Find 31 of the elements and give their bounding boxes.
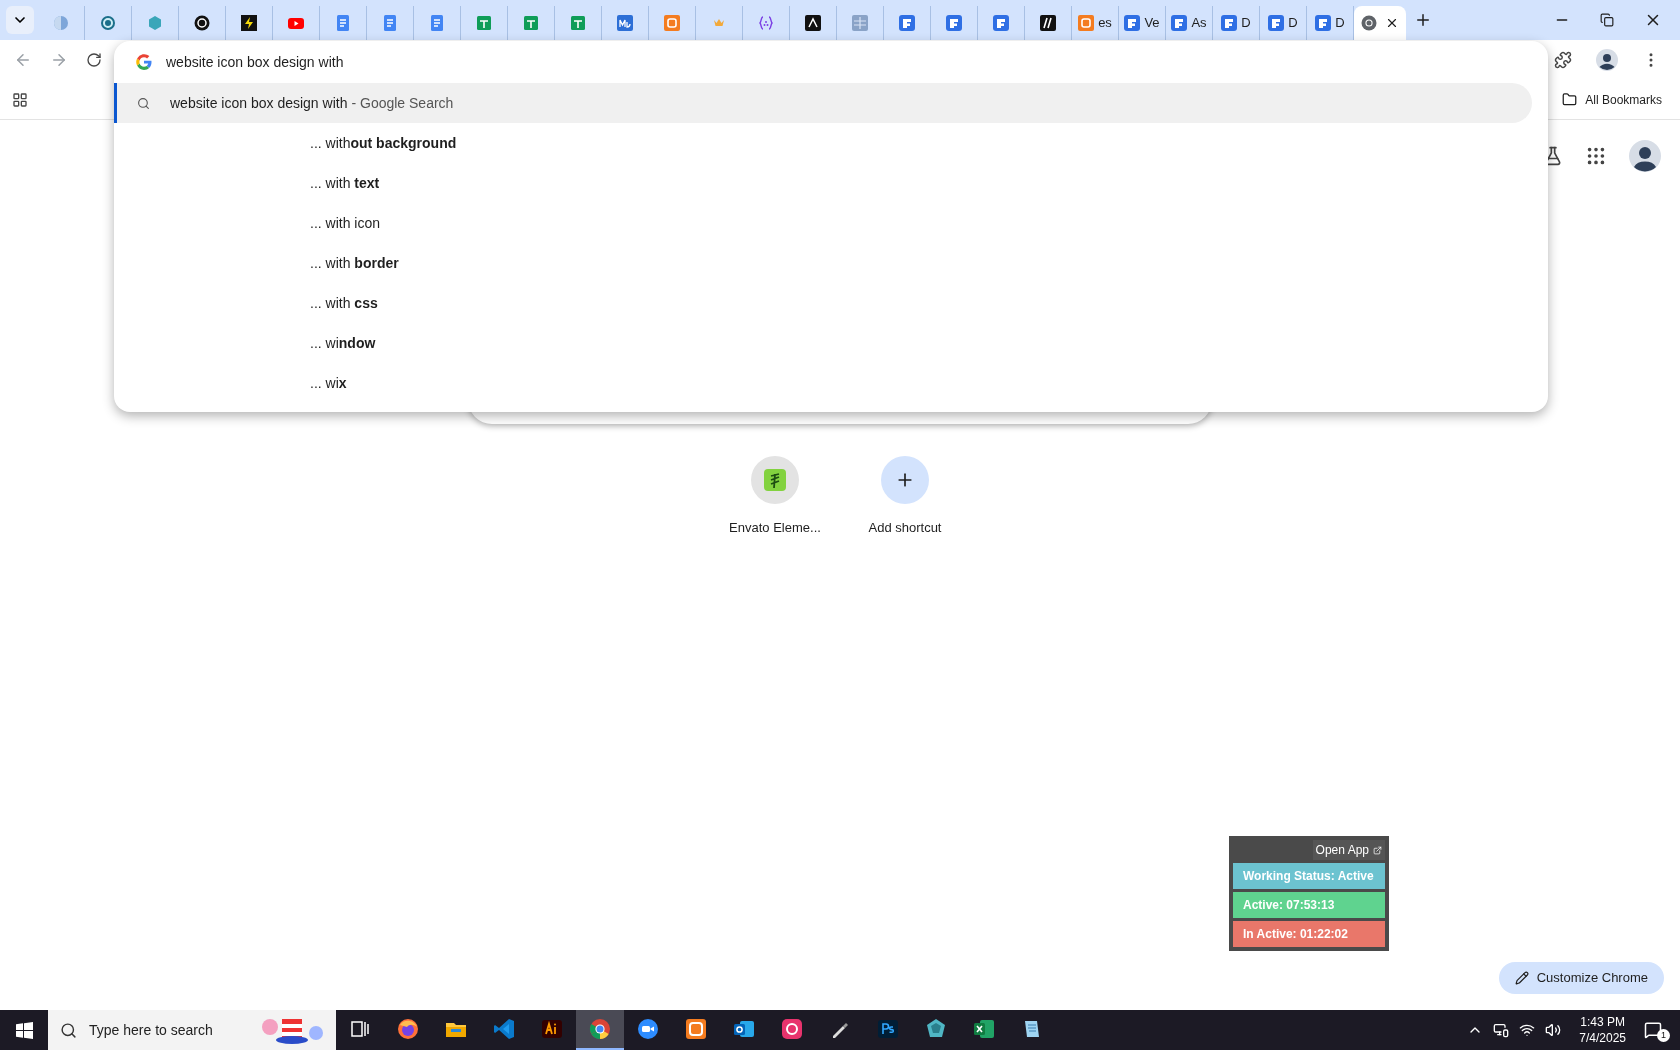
tab-title: es bbox=[1098, 14, 1112, 33]
all-bookmarks-button[interactable]: All Bookmarks bbox=[1562, 90, 1668, 109]
open-app-button[interactable]: Open App bbox=[1312, 840, 1385, 860]
tab-title: D bbox=[1288, 14, 1298, 33]
suggestion-hint: - Google Search bbox=[351, 93, 454, 113]
suggestion-item[interactable]: ... with css bbox=[310, 292, 378, 314]
suggestion-item[interactable]: ... without background bbox=[310, 132, 457, 154]
clock-time: 1:43 PM bbox=[1580, 1014, 1625, 1030]
suggestion-item[interactable]: ... with icon bbox=[310, 212, 381, 234]
shortcut-tile[interactable]: Add shortcut bbox=[855, 456, 955, 538]
suggestion-item[interactable]: ... with border bbox=[310, 252, 399, 274]
shortcut-tile[interactable]: Envato Eleme... bbox=[725, 456, 825, 538]
tab-title: D bbox=[1241, 14, 1251, 33]
status-row: Working Status: Active bbox=[1233, 863, 1385, 889]
tab-title: Ve bbox=[1144, 14, 1160, 33]
suggestion-query: website icon box design with bbox=[170, 93, 348, 113]
suggestion-item[interactable]: ... with text bbox=[310, 172, 380, 194]
status-row: In Active: 01:22:02 bbox=[1233, 921, 1385, 947]
suggestion-item[interactable]: ... window bbox=[310, 332, 376, 354]
customize-chrome-button[interactable]: Customize Chrome bbox=[1498, 962, 1664, 994]
top-suggestion[interactable]: website icon box design with - Google Search bbox=[114, 83, 1532, 123]
tab-title: D bbox=[1335, 14, 1345, 33]
suggestion-item[interactable]: ... wix bbox=[310, 372, 347, 394]
notification-count: 1 bbox=[1657, 1029, 1670, 1042]
clock-date: 7/4/2025 bbox=[1579, 1030, 1626, 1046]
shortcut-label: Add shortcut bbox=[868, 519, 942, 537]
tab-title: As bbox=[1191, 14, 1207, 33]
status-row: Active: 07:53:13 bbox=[1233, 892, 1385, 918]
shortcut-label: Envato Eleme... bbox=[729, 519, 821, 537]
address-field[interactable]: website icon box design with bbox=[166, 51, 1526, 73]
taskbar-search-field[interactable]: Type here to search bbox=[48, 1010, 336, 1050]
